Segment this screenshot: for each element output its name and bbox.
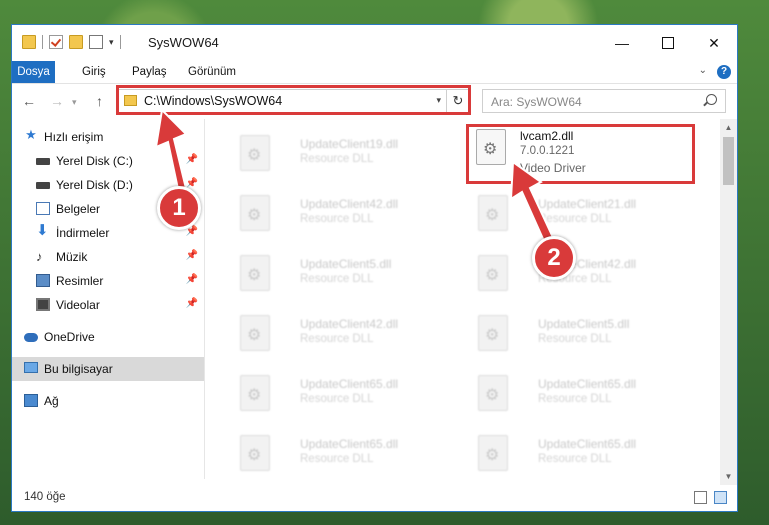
- step-2-badge: 2: [532, 236, 576, 280]
- annotation-arrows: [154, 107, 558, 252]
- step-1-badge: 1: [157, 186, 201, 230]
